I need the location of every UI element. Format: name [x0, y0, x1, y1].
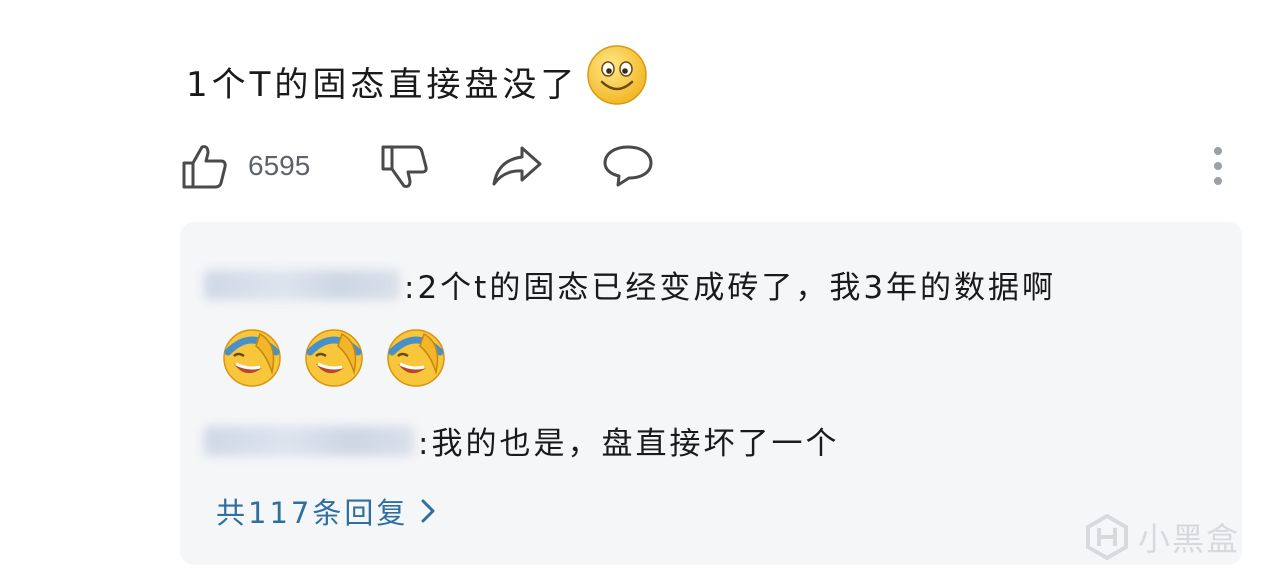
- reply-button[interactable]: [602, 136, 654, 196]
- blurred-username: [204, 425, 414, 456]
- reply-text: :我的也是，盘直接坏了一个: [418, 426, 840, 462]
- reply-emoji-row: [220, 324, 448, 388]
- laugh-cry-emoji-icon: [305, 329, 363, 387]
- comment-text: 1个T的固态直接盘没了: [186, 44, 648, 125]
- replies-panel: :2个t的固态已经变成砖了，我3年的数据啊 :我的也是，盘直接坏了一个 共117…: [180, 222, 1242, 565]
- share-icon: [492, 146, 542, 186]
- heybox-logo-icon: [1086, 514, 1128, 560]
- reply-item[interactable]: :我的也是，盘直接坏了一个: [204, 418, 839, 463]
- watermark: 小黑盒: [1084, 514, 1240, 560]
- laugh-cry-emoji-icon: [387, 329, 445, 387]
- smile-emoji-icon: [586, 44, 648, 125]
- like-button[interactable]: 6595: [180, 136, 310, 196]
- thumbs-down-icon: [381, 145, 428, 188]
- thumbs-up-icon: [182, 145, 227, 189]
- reply-text: :2个t的固态已经变成砖了，我3年的数据啊: [404, 270, 1057, 306]
- share-button[interactable]: [490, 136, 544, 196]
- more-vertical-icon: [1214, 147, 1222, 185]
- more-options-button[interactable]: [1204, 136, 1232, 196]
- like-count: 6595: [248, 150, 311, 181]
- watermark-text: 小黑盒: [1138, 520, 1241, 558]
- blurred-username: [204, 269, 400, 300]
- action-bar: 6595: [0, 136, 1280, 196]
- comment-icon: [603, 145, 653, 187]
- dislike-button[interactable]: [380, 136, 430, 196]
- view-all-replies-link[interactable]: 共117条回复: [216, 490, 436, 532]
- comment-body: 1个T的固态直接盘没了: [186, 64, 579, 105]
- chevron-right-icon: [421, 499, 435, 523]
- reply-item[interactable]: :2个t的固态已经变成砖了，我3年的数据啊: [204, 262, 1056, 307]
- view-all-replies-label: 共117条回复: [216, 496, 409, 530]
- laugh-cry-emoji-icon: [223, 329, 281, 387]
